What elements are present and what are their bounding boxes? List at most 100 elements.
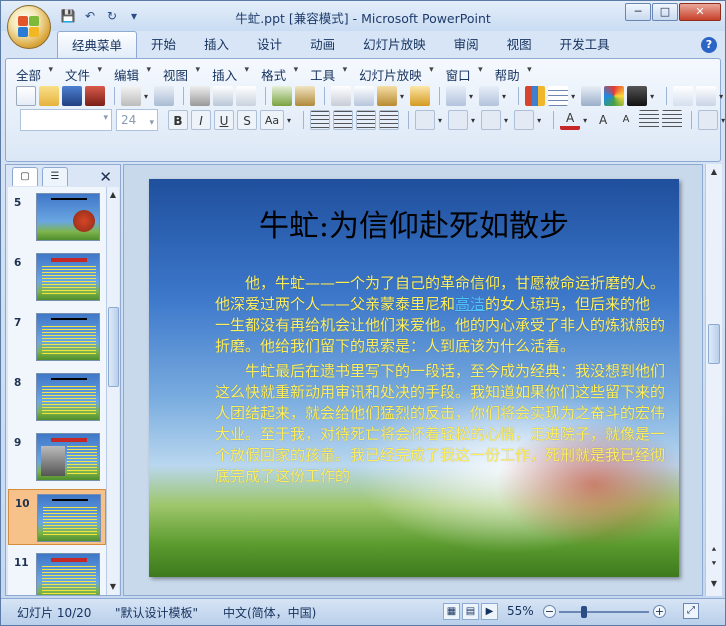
tab-view[interactable]: 视图: [493, 31, 546, 58]
text-direction-icon[interactable]: [415, 110, 436, 130]
slide-thumbnail-8[interactable]: 8: [8, 369, 106, 425]
insert-object-icon[interactable]: [581, 86, 602, 106]
minimize-button[interactable]: ─: [625, 3, 651, 21]
menu-insert[interactable]: 插入: [212, 65, 261, 84]
outline-tab-icon[interactable]: ☰: [42, 167, 68, 186]
font-color-icon[interactable]: A: [560, 110, 581, 130]
tab-developer[interactable]: 开发工具: [546, 31, 624, 58]
slides-tab-icon[interactable]: ▢: [12, 167, 38, 186]
preview-icon[interactable]: [213, 86, 234, 106]
line-spacing-icon[interactable]: [448, 110, 469, 130]
underline-icon[interactable]: U: [214, 110, 234, 130]
zoom-slider[interactable]: − +: [543, 605, 666, 618]
vertical-scrollbar[interactable]: ▲ ⯅ ⯆ ▼: [705, 164, 722, 596]
copy-icon[interactable]: [354, 86, 375, 106]
redo-icon[interactable]: [479, 86, 500, 106]
shadow-icon[interactable]: S: [237, 110, 257, 130]
print-icon[interactable]: [190, 86, 211, 106]
zoom-level[interactable]: 55%: [507, 604, 534, 618]
design-icon[interactable]: [698, 110, 719, 130]
numbering-icon[interactable]: [481, 110, 502, 130]
undo-icon[interactable]: [446, 86, 467, 106]
tab-review[interactable]: 审阅: [440, 31, 493, 58]
zoom-out-icon[interactable]: −: [543, 605, 556, 618]
tab-slideshow[interactable]: 幻灯片放映: [349, 31, 440, 58]
scroll-thumb[interactable]: [708, 324, 720, 364]
print-preview-icon[interactable]: [121, 86, 141, 106]
bold-icon[interactable]: B: [168, 110, 188, 130]
open-icon[interactable]: [39, 86, 59, 106]
justify-icon[interactable]: [379, 110, 400, 130]
menu-help[interactable]: 帮助: [495, 65, 544, 84]
tab-design[interactable]: 设计: [243, 31, 296, 58]
menu-slideshow[interactable]: 幻灯片放映: [359, 65, 446, 84]
grow-font-icon[interactable]: A: [593, 110, 613, 130]
slide-thumbnail-11[interactable]: 11: [8, 549, 106, 595]
slide-layout-icon[interactable]: [696, 86, 717, 106]
help-icon[interactable]: ?: [701, 37, 717, 53]
increase-indent-icon[interactable]: [662, 110, 683, 130]
language-indicator[interactable]: 中文(简体，中国): [223, 604, 316, 621]
tab-insert[interactable]: 插入: [190, 31, 243, 58]
color-mode-icon[interactable]: [627, 86, 648, 106]
research-icon[interactable]: [295, 86, 316, 106]
font-name-box[interactable]: [20, 109, 112, 131]
slideshow-icon[interactable]: ▶: [481, 603, 498, 620]
slide-thumbnail-9[interactable]: 9: [8, 429, 106, 485]
next-slide-icon[interactable]: ⯆: [708, 558, 720, 570]
menu-edit[interactable]: 编辑: [114, 65, 163, 84]
tab-animation[interactable]: 动画: [296, 31, 349, 58]
normal-view-icon[interactable]: ▦: [443, 603, 460, 620]
change-case-icon[interactable]: Aa: [260, 110, 284, 130]
slide-thumbnail-7[interactable]: 7: [8, 309, 106, 365]
thumbnail-scrollbar[interactable]: ▲ ▼: [106, 187, 119, 595]
slide-body-text[interactable]: 他，牛虻——一个为了自己的革命信仰，甘愿被命运折磨的人。他深爱过两个人——父亲蒙…: [215, 273, 665, 491]
slide-thumbnail-5[interactable]: 5: [8, 189, 106, 245]
zoom-in-icon[interactable]: +: [653, 605, 666, 618]
font-size-box[interactable]: 24: [116, 109, 158, 133]
page-setup-icon[interactable]: [236, 86, 257, 106]
table-icon[interactable]: [548, 86, 569, 106]
slide-sorter-icon[interactable]: ▤: [462, 603, 479, 620]
close-pane-icon[interactable]: ✕: [99, 168, 112, 186]
slide-thumbnail-6[interactable]: 6: [8, 249, 106, 305]
menu-window[interactable]: 窗口: [446, 65, 495, 84]
office-button[interactable]: [7, 5, 51, 49]
menu-file[interactable]: 文件: [65, 65, 114, 84]
paste-icon[interactable]: [377, 86, 398, 106]
save-icon[interactable]: [62, 86, 82, 106]
scroll-down-icon[interactable]: ▼: [107, 581, 119, 593]
decrease-indent-icon[interactable]: [639, 110, 660, 130]
align-left-icon[interactable]: [310, 110, 331, 130]
maximize-button[interactable]: □: [652, 3, 678, 21]
format-painter-icon[interactable]: [410, 86, 431, 106]
close-button[interactable]: ✕: [679, 3, 721, 21]
slide-title[interactable]: 牛虻:为信仰赴死如散步: [149, 201, 679, 245]
scroll-up-icon[interactable]: ▲: [107, 189, 119, 201]
cut-icon[interactable]: [331, 86, 352, 106]
color-grayscale-icon[interactable]: [604, 86, 625, 106]
current-slide[interactable]: 牛虻:为信仰赴死如散步 他，牛虻——一个为了自己的革命信仰，甘愿被命运折磨的人。…: [149, 179, 679, 577]
tab-home[interactable]: 开始: [137, 31, 190, 58]
chart-icon[interactable]: [525, 86, 546, 106]
fit-to-window-icon[interactable]: ⤢: [683, 603, 699, 619]
hyperlink[interactable]: 高洁: [455, 295, 485, 313]
tab-classic-menu[interactable]: 经典菜单: [57, 31, 138, 58]
spelling-icon[interactable]: [272, 86, 293, 106]
bullets-icon[interactable]: [514, 110, 535, 130]
menu-format[interactable]: 格式: [261, 65, 310, 84]
align-center-icon[interactable]: [333, 110, 354, 130]
shrink-font-icon[interactable]: A: [616, 110, 636, 130]
zoom-knob[interactable]: [581, 606, 587, 618]
new-slide-icon[interactable]: [673, 86, 694, 106]
scroll-up-icon[interactable]: ▲: [708, 166, 720, 178]
italic-icon[interactable]: I: [191, 110, 211, 130]
menu-tools[interactable]: 工具: [310, 65, 359, 84]
scroll-thumb[interactable]: [108, 307, 119, 387]
permission-icon[interactable]: [85, 86, 105, 106]
email-icon[interactable]: [154, 86, 175, 106]
previous-slide-icon[interactable]: ⯅: [708, 544, 720, 556]
slide-thumbnail-10[interactable]: 10: [8, 489, 106, 545]
menu-view[interactable]: 视图: [163, 65, 212, 84]
scroll-down-icon[interactable]: ▼: [708, 578, 720, 590]
